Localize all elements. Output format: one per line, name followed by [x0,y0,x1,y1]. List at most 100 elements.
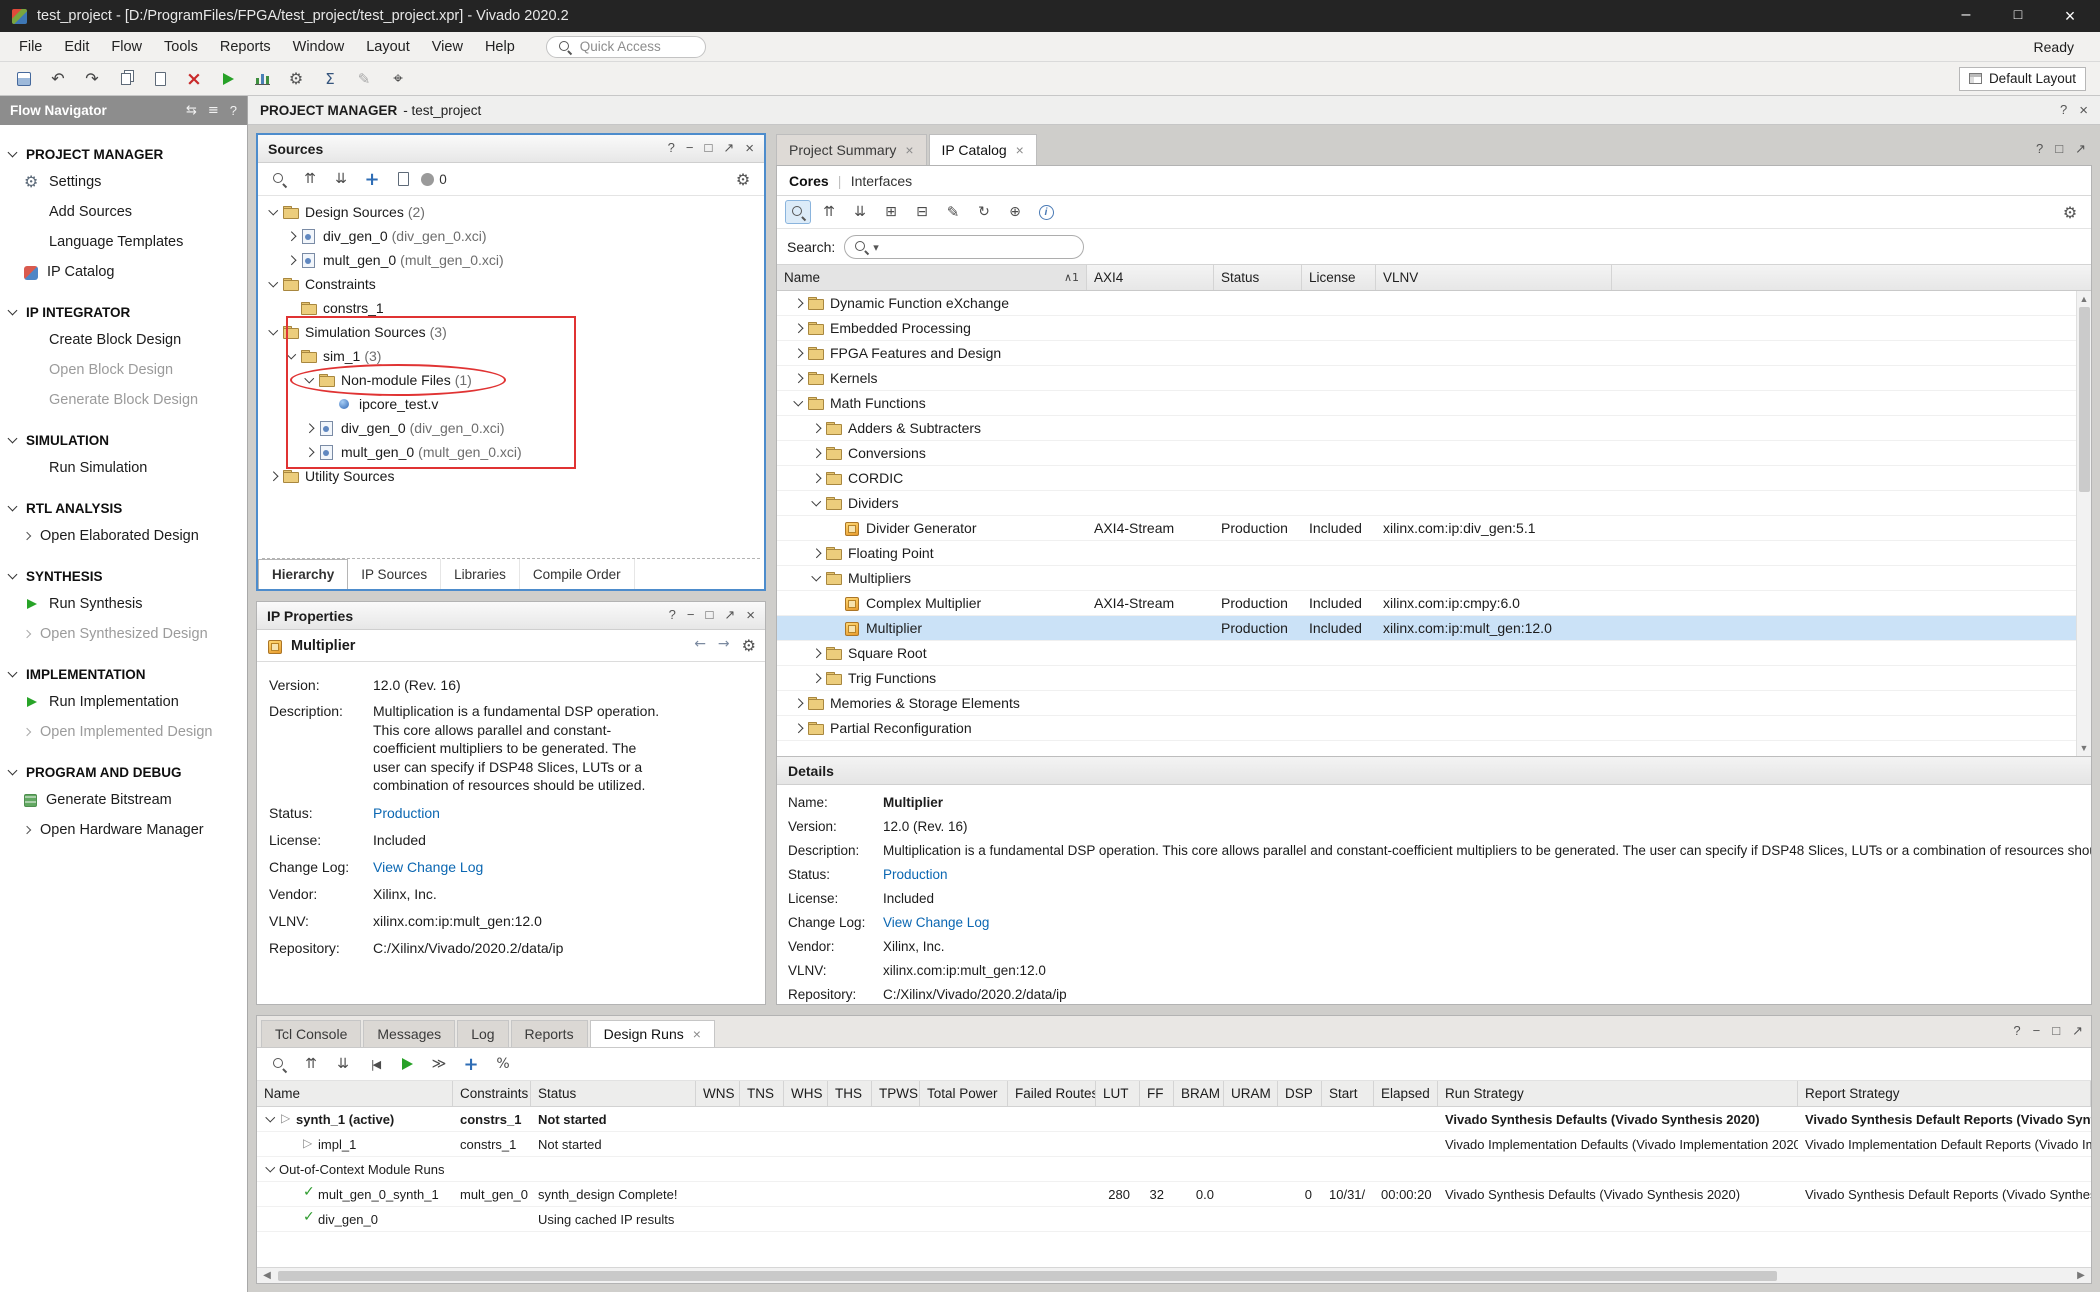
expander-icon[interactable] [789,401,807,405]
tree-row[interactable]: Utility Sources [258,464,764,488]
expander-icon[interactable] [300,440,318,464]
sources-view-tab[interactable]: Libraries [441,559,520,589]
tree-row[interactable]: mult_gen_0 (mult_gen_0.xci) [258,248,764,272]
minimize-icon[interactable] [687,607,695,624]
flownav-item[interactable]: Run Implementation [0,687,247,717]
expander-icon[interactable] [261,1117,279,1121]
detail-value[interactable]: Multiplication is a fundamental DSP oper… [883,839,2091,863]
catalog-row[interactable]: CORDIC [777,466,2091,491]
scrollbar-thumb[interactable] [2079,307,2090,492]
column-header[interactable]: License [1302,265,1376,290]
catalog-search-box[interactable] [844,235,1084,259]
catalog-row[interactable]: Partial Reconfiguration [777,716,2091,741]
column-header[interactable]: TPWS [872,1081,920,1106]
flownav-item[interactable]: SIMULATION [0,427,247,453]
settings-button[interactable] [282,66,310,92]
column-header[interactable]: VLNV [1376,265,1612,290]
catalog-row[interactable]: Memories & Storage Elements [777,691,2091,716]
flownav-item[interactable]: IMPLEMENTATION [0,661,247,687]
column-header[interactable]: URAM [1224,1081,1278,1106]
restart-run-button[interactable] [362,1052,388,1076]
catalog-row[interactable]: Dynamic Function eXchange [777,291,2091,316]
float-icon[interactable] [2072,1023,2083,1039]
tree-row[interactable]: constrs_1 [258,296,764,320]
hierarchy-view-button[interactable] [909,200,935,224]
catalog-row[interactable]: Multipliers [777,566,2091,591]
customize-button[interactable] [940,200,966,224]
search-button[interactable] [266,1052,292,1076]
copy-button[interactable] [112,66,140,92]
maximize-icon[interactable] [2055,141,2063,157]
forward-icon[interactable] [718,636,730,655]
collapse-all-button[interactable] [298,1052,324,1076]
expander-icon[interactable] [300,368,318,392]
group-by-button[interactable] [878,200,904,224]
add-sources-button[interactable] [359,167,385,191]
property-value[interactable]: 12.0 (Rev. 16) [373,672,461,699]
edit-button[interactable] [350,66,378,92]
property-value[interactable]: View Change Log [373,854,483,881]
catalog-row[interactable]: Complex Multiplier AXI4-Stream Productio… [777,591,2091,616]
expander-icon[interactable] [264,464,282,488]
undo-button[interactable] [44,66,72,92]
flownav-item[interactable]: Open Elaborated Design [0,521,247,551]
scroll-left-icon[interactable] [260,1270,274,1281]
tree-row[interactable]: sim_1 (3) [258,344,764,368]
messages-filter-button[interactable]: 0 [421,167,447,191]
detail-value[interactable]: 12.0 (Rev. 16) [883,815,968,839]
step-forward-button[interactable] [426,1052,452,1076]
column-header[interactable]: Name [257,1081,453,1106]
close-icon[interactable] [745,140,754,157]
column-header[interactable]: BRAM [1174,1081,1224,1106]
property-value[interactable]: Xilinx, Inc. [373,881,437,908]
flownav-item[interactable]: SYNTHESIS [0,563,247,589]
expander-icon[interactable] [789,700,807,707]
expander-icon[interactable] [264,272,282,296]
expander-icon[interactable] [807,501,825,505]
column-header[interactable]: Start [1322,1081,1374,1106]
expander-icon[interactable] [264,200,282,224]
expander-icon[interactable] [261,1167,279,1171]
tab-close-icon[interactable] [905,142,913,158]
refresh-button[interactable] [971,200,997,224]
collapse-all-button[interactable] [297,167,323,191]
help-icon[interactable] [2036,141,2043,157]
expander-icon[interactable] [318,392,336,416]
add-repository-button[interactable] [1002,200,1028,224]
sum-button[interactable] [316,66,344,92]
float-icon[interactable] [724,607,735,624]
detail-value[interactable]: Xilinx, Inc. [883,935,945,959]
detail-value[interactable]: xilinx.com:ip:mult_gen:12.0 [883,959,1046,983]
options-icon[interactable] [208,103,219,118]
column-header[interactable]: THS [828,1081,872,1106]
flownav-item[interactable]: Generate Block Design [0,385,247,415]
tree-row[interactable]: div_gen_0 (div_gen_0.xci) [258,224,764,248]
sources-view-tab[interactable]: Compile Order [520,559,635,589]
menu-item[interactable]: View [421,36,474,58]
flownav-item[interactable]: Generate Bitstream [0,785,247,815]
tree-row[interactable]: mult_gen_0 (mult_gen_0.xci) [258,440,764,464]
column-header[interactable]: Total Power [920,1081,1008,1106]
create-run-button[interactable] [458,1052,484,1076]
scroll-right-icon[interactable] [2074,1270,2088,1281]
column-header[interactable]: AXI4 [1087,265,1214,290]
scroll-up-icon[interactable] [2080,293,2089,305]
column-header[interactable]: Report Strategy [1798,1081,2091,1106]
tree-row[interactable]: div_gen_0 (div_gen_0.xci) [258,416,764,440]
flownav-item[interactable]: Create Block Design [0,325,247,355]
column-header[interactable]: Run Strategy [1438,1081,1798,1106]
maximize-icon[interactable] [704,140,712,157]
column-header[interactable]: WHS [784,1081,828,1106]
property-value[interactable]: C:/Xilinx/Vivado/2020.2/data/ip [373,935,563,962]
bottom-tab[interactable]: Reports [511,1020,588,1047]
design-run-row[interactable]: Out-of-Context Module Runs [257,1157,2091,1182]
menu-item[interactable]: Help [474,36,526,58]
column-header[interactable]: Constraints [453,1081,531,1106]
catalog-row[interactable]: Math Functions [777,391,2091,416]
catalog-row[interactable]: Divider Generator AXI4-Stream Production… [777,516,2091,541]
expander-icon[interactable] [807,550,825,557]
expander-icon[interactable] [807,576,825,580]
dock-icon[interactable] [186,103,197,118]
expand-all-button[interactable] [328,167,354,191]
expander-icon[interactable] [789,375,807,382]
